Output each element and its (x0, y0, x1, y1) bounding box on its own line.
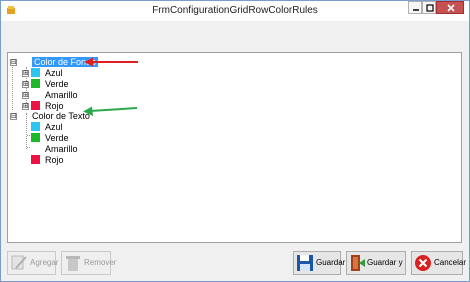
add-pencil-icon (11, 255, 27, 270)
floppy-disk-icon (297, 255, 313, 271)
close-button[interactable] (436, 1, 464, 14)
maximize-button[interactable] (422, 1, 436, 14)
collapse-icon[interactable]: ⊟ (10, 58, 17, 66)
cancel-icon (415, 255, 431, 271)
main-window: FrmConfigurationGridRowColorRules ⊟ Colo… (0, 0, 470, 282)
green-arrow-icon (83, 106, 138, 116)
node-label: Amarillo (45, 90, 78, 100)
color-swatch (31, 155, 40, 164)
remove-button[interactable]: Remover (61, 251, 116, 275)
toolbar-area (1, 21, 469, 51)
color-swatch (31, 144, 40, 153)
cancel-button[interactable]: Cancelar (411, 251, 467, 275)
save-and-exit-button[interactable]: Guardar y Salir (346, 251, 406, 281)
button-bar: Agregar Remover Guardar Guardar y Sali (1, 244, 469, 281)
tree-connector (12, 64, 13, 110)
expand-icon[interactable]: ⊞ (22, 102, 29, 110)
collapse-icon[interactable]: ⊟ (10, 112, 17, 120)
node-label: Verde (45, 133, 69, 143)
node-label: Amarillo (45, 144, 78, 154)
color-swatch (31, 90, 40, 99)
node-label: Color de Texto (32, 111, 90, 121)
node-label: Verde (45, 79, 69, 89)
node-label: Rojo (45, 155, 64, 165)
node-label: Azul (45, 68, 63, 78)
expand-icon[interactable]: ⊞ (22, 69, 29, 77)
color-swatch (31, 79, 40, 88)
color-swatch (31, 101, 40, 110)
save-button-label: Guardar (316, 258, 346, 267)
save-button[interactable]: Guardar (293, 251, 345, 275)
remove-button-label: Remover (84, 258, 117, 267)
node-label: Rojo (45, 101, 64, 111)
node-label: Azul (45, 122, 63, 132)
expand-icon[interactable]: ⊞ (22, 91, 29, 99)
add-button[interactable]: Agregar (7, 251, 59, 275)
color-swatch (31, 133, 40, 142)
color-swatch (31, 68, 40, 77)
expand-icon[interactable]: ⊞ (22, 80, 29, 88)
exit-door-icon (351, 255, 365, 271)
window-title: FrmConfigurationGridRowColorRules (152, 5, 318, 16)
trash-icon (66, 256, 80, 271)
cancel-button-label: Cancelar (434, 258, 467, 267)
tree-connector (26, 113, 27, 149)
rules-tree[interactable]: ⊟ Color de Fondo ⊞ Azul ⊞ Verde ⊞ Amaril… (7, 52, 462, 243)
node-image-placeholder (19, 57, 33, 67)
add-button-label: Agregar (30, 258, 59, 267)
red-arrow-icon (84, 57, 138, 67)
title-bar: FrmConfigurationGridRowColorRules (1, 1, 469, 21)
color-swatch (31, 122, 40, 131)
save-and-exit-label: Guardar y Salir (367, 258, 403, 281)
minimize-button[interactable] (408, 1, 422, 14)
